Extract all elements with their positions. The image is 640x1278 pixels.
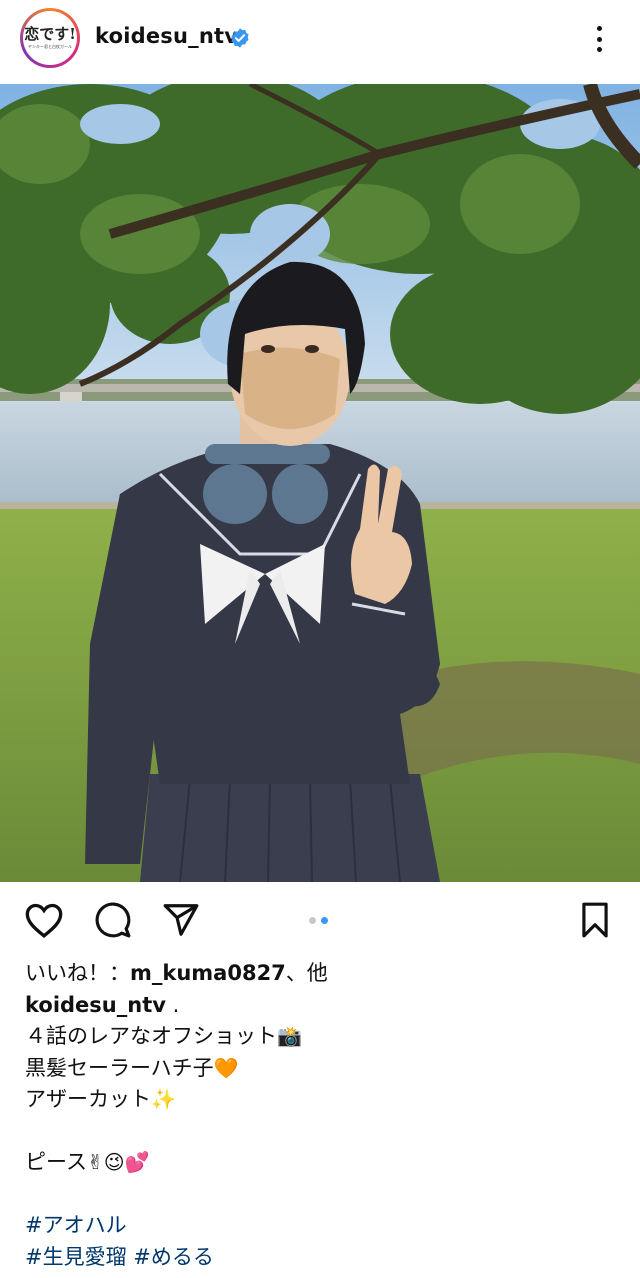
caption-first-tail: . (165, 992, 180, 1017)
send-icon[interactable] (162, 901, 200, 939)
caption-author-line: koidesu_ntv . (25, 990, 625, 1022)
avatar[interactable]: 恋です! ヤンキー君と白杖ガール (20, 8, 80, 68)
caption-line-3-text: アザーカット (25, 1087, 151, 1111)
caption-author[interactable]: koidesu_ntv (25, 993, 166, 1017)
caption-line-1-text: ４話のレアなオフショット (25, 1024, 277, 1048)
post-photo[interactable] (0, 84, 640, 882)
avatar-logo-text: 恋です! (24, 24, 76, 43)
liked-by-user[interactable]: m_kuma0827 (130, 961, 286, 985)
post-header: 恋です! ヤンキー君と白杖ガール koidesu_ntv (0, 0, 640, 78)
hashtag-link[interactable]: #生見愛瑠 (25, 1245, 127, 1269)
carousel-indicator (309, 917, 328, 924)
peace-wink-hearts-emoji-icon: ✌😉💕 (86, 1150, 150, 1174)
post-caption: いいね！：m_kuma0827、他 koidesu_ntv . ４話のレアなオフ… (25, 958, 625, 1273)
likes-line: いいね！：m_kuma0827、他 (25, 958, 625, 990)
likes-suffix[interactable]: 、他 (286, 961, 328, 985)
caption-line-2-text: 黒髪セーラーハチ子 (25, 1055, 214, 1080)
camera-emoji-icon: 📸 (277, 1024, 302, 1048)
orange-heart-emoji-icon: 🧡 (213, 1055, 239, 1080)
username[interactable]: koidesu_ntv (95, 24, 238, 48)
hashtag-link[interactable]: #めるる (133, 1245, 214, 1269)
avatar-logo-subtext: ヤンキー君と白杖ガール (28, 43, 72, 49)
caption-line-3: アザーカット✨ (25, 1084, 625, 1116)
comment-icon[interactable] (94, 901, 132, 939)
hashtag-link[interactable]: #アオハル (25, 1213, 127, 1237)
more-options-icon[interactable] (588, 22, 610, 56)
verified-badge-icon (231, 28, 249, 48)
bookmark-icon[interactable] (578, 901, 612, 939)
sparkles-emoji-icon: ✨ (151, 1087, 176, 1111)
heart-icon[interactable] (24, 901, 64, 939)
photo-illustration (0, 84, 640, 882)
carousel-dot-active (321, 917, 328, 924)
carousel-dot (309, 917, 316, 924)
caption-line-4: ピース✌😉💕 (25, 1147, 625, 1179)
avatar-logo: 恋です! ヤンキー君と白杖ガール (23, 11, 77, 65)
caption-line-4-text: ピース (25, 1150, 87, 1174)
caption-line-2: 黒髪セーラーハチ子🧡 (25, 1053, 625, 1085)
hashtags-line-1: #アオハル (25, 1210, 625, 1242)
likes-prefix: いいね！： (25, 961, 130, 985)
caption-line-1: ４話のレアなオフショット📸 (25, 1021, 625, 1053)
hashtags-line-2: #生見愛瑠 #めるる (25, 1242, 625, 1274)
